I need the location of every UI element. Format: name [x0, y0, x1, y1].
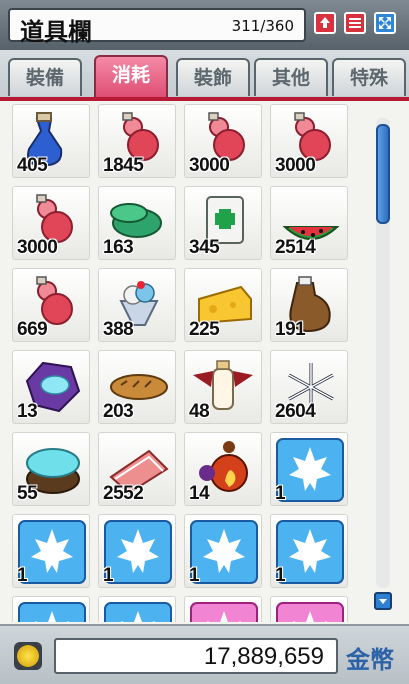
item-quantity: 191: [275, 319, 306, 340]
item-slot[interactable]: 1845: [98, 104, 176, 178]
item-quantity: 55: [17, 483, 38, 504]
item-slot[interactable]: 345: [184, 186, 262, 260]
item-slot[interactable]: [12, 596, 90, 622]
list-icon: [349, 18, 361, 28]
item-slot[interactable]: 191: [270, 268, 348, 342]
item-quantity: 1: [103, 565, 114, 586]
item-slot[interactable]: 1: [184, 514, 262, 588]
item-quantity: 14: [189, 483, 210, 504]
item-grid: 405 1845 3000 3000 3000 163 345 2514 669 388 225 19…: [12, 104, 367, 622]
item-quantity: 163: [103, 237, 134, 258]
window-title: 道具欄: [20, 18, 92, 46]
item-slot[interactable]: [98, 596, 176, 622]
money-label: 金幣: [346, 646, 394, 674]
item-slot[interactable]: 1: [98, 514, 176, 588]
item-slot[interactable]: 14: [184, 432, 262, 506]
item-quantity: 1: [275, 483, 286, 504]
tab-underline: [0, 97, 409, 101]
item-quantity: 13: [17, 401, 38, 422]
title-bar[interactable]: 道具欄 311/360: [0, 0, 409, 50]
tab-special[interactable]: 特殊: [332, 58, 406, 96]
item-slot[interactable]: 1: [270, 432, 348, 506]
item-slot[interactable]: 388: [98, 268, 176, 342]
tab-other[interactable]: 其他: [254, 58, 328, 96]
maple-leaf-icon: [104, 602, 172, 622]
pink-leaf-icon: [190, 602, 258, 622]
item-slot[interactable]: 3000: [12, 186, 90, 260]
maple-leaf-icon: [18, 602, 86, 622]
item-slot[interactable]: [184, 596, 262, 622]
item-quantity: 2552: [103, 483, 144, 504]
item-quantity: 3000: [275, 155, 316, 176]
item-quantity: 345: [189, 237, 220, 258]
scroll-thumb[interactable]: [376, 124, 390, 224]
plus-button[interactable]: [314, 12, 336, 34]
item-quantity: 1: [189, 565, 200, 586]
scrollbar[interactable]: [372, 118, 394, 616]
item-slot[interactable]: 3000: [184, 104, 262, 178]
coin-icon: [14, 642, 42, 670]
item-slot[interactable]: 2552: [98, 432, 176, 506]
tab-decor[interactable]: 裝飾: [176, 58, 250, 96]
item-slot[interactable]: 1: [270, 514, 348, 588]
item-slot[interactable]: 163: [98, 186, 176, 260]
arrow-down-icon: [379, 599, 387, 604]
item-slot[interactable]: 669: [12, 268, 90, 342]
item-quantity: 203: [103, 401, 134, 422]
tab-consume[interactable]: 消耗: [94, 55, 168, 97]
item-quantity: 225: [189, 319, 220, 340]
item-slot[interactable]: [270, 596, 348, 622]
pink-leaf-icon: [276, 602, 344, 622]
list-button[interactable]: [344, 12, 366, 34]
item-quantity: 388: [103, 319, 134, 340]
money-amount: 17,889,659: [203, 643, 324, 670]
footer-bar: 17,889,659 金幣: [0, 624, 409, 684]
tab-equip[interactable]: 裝備: [8, 58, 82, 96]
item-quantity: 3000: [189, 155, 230, 176]
item-slot[interactable]: 2604: [270, 350, 348, 424]
item-slot[interactable]: 13: [12, 350, 90, 424]
expand-button[interactable]: [374, 12, 396, 34]
item-slot[interactable]: 3000: [270, 104, 348, 178]
item-quantity: 3000: [17, 237, 58, 258]
item-quantity: 669: [17, 319, 48, 340]
item-slot[interactable]: 48: [184, 350, 262, 424]
item-quantity: 1: [17, 565, 28, 586]
money-box: 17,889,659: [54, 638, 338, 674]
plus-icon: [320, 17, 330, 28]
capacity-count: 311/360: [231, 17, 294, 35]
item-slot[interactable]: 405: [12, 104, 90, 178]
item-slot[interactable]: 1: [12, 514, 90, 588]
item-quantity: 1845: [103, 155, 144, 176]
item-quantity: 2604: [275, 401, 316, 422]
item-slot[interactable]: 55: [12, 432, 90, 506]
item-quantity: 1: [275, 565, 286, 586]
item-slot[interactable]: 203: [98, 350, 176, 424]
item-slot[interactable]: 225: [184, 268, 262, 342]
item-quantity: 405: [17, 155, 48, 176]
title-box: 道具欄 311/360: [8, 8, 306, 46]
item-quantity: 2514: [275, 237, 316, 258]
inventory-window: 道具欄 311/360 裝備 消耗 裝飾 其他 特殊 405 1845 3000 30…: [0, 0, 409, 684]
category-tabs: 裝備 消耗 裝飾 其他 特殊: [0, 50, 409, 100]
item-slot[interactable]: 2514: [270, 186, 348, 260]
scroll-down-button[interactable]: [374, 592, 392, 610]
expand-icon: [379, 17, 391, 29]
item-quantity: 48: [189, 401, 210, 422]
